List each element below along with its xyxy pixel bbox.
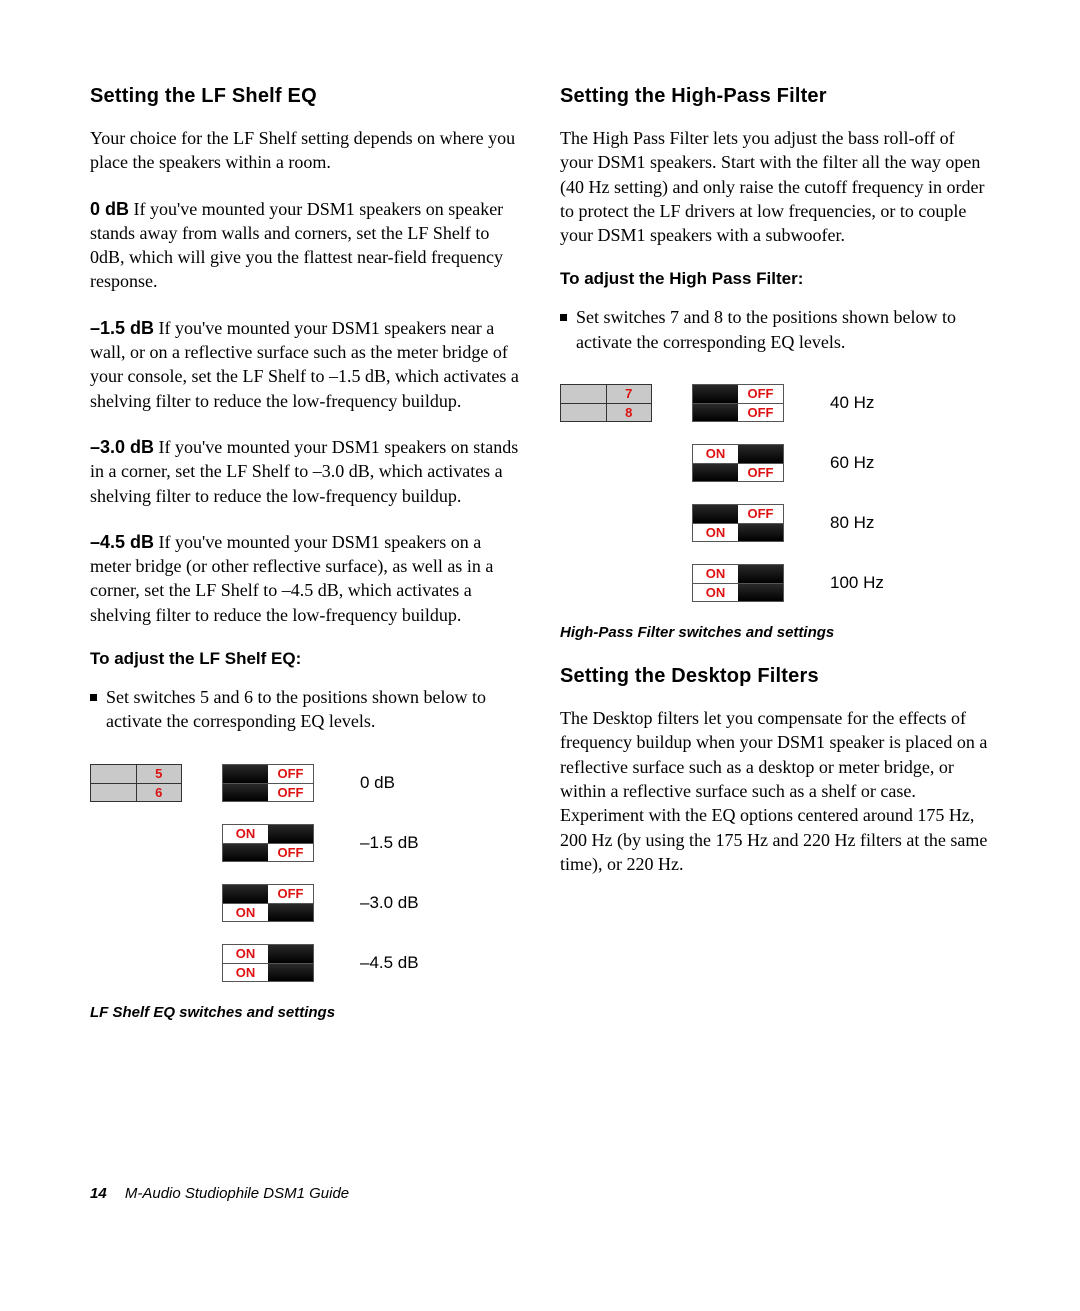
hpf-switch-3: ON ON <box>692 564 784 602</box>
hpf-intro: The High Pass Filter lets you adjust the… <box>560 126 990 247</box>
lf-sw-1-0: ON <box>223 825 268 843</box>
hpf-switch-0: OFF OFF <box>692 384 784 422</box>
lf-item-0: 0 dB If you've mounted your DSM1 speaker… <box>90 197 520 294</box>
lf-switch-key: 5 6 <box>90 764 182 802</box>
lf-row-0: 5 6 OFF OFF 0 dB <box>90 764 520 802</box>
lf-item-2-text: If you've mounted your DSM1 speakers on … <box>90 437 518 506</box>
hpf-sw-3-0: ON <box>693 565 738 583</box>
hpf-sw-0-1: OFF <box>738 404 783 421</box>
lf-intro: Your choice for the LF Shelf setting dep… <box>90 126 520 175</box>
footer-title: M-Audio Studiophile DSM1 Guide <box>125 1185 349 1202</box>
lf-diagram: 5 6 OFF OFF 0 dB ON OFF –1. <box>90 764 520 982</box>
lf-item-3-lead: –4.5 dB <box>90 532 154 552</box>
hpf-value-0: 40 Hz <box>830 393 874 413</box>
bullet-square-icon <box>560 314 567 321</box>
bullet-square-icon <box>90 694 97 701</box>
lf-item-2: –3.0 dB If you've mounted your DSM1 spea… <box>90 435 520 508</box>
hpf-key-7: 7 <box>606 385 652 403</box>
hpf-row-2: OFF ON 80 Hz <box>560 504 990 542</box>
lf-switch-3: ON ON <box>222 944 314 982</box>
lf-sw-3-1: ON <box>223 964 268 981</box>
heading-lf-shelf: Setting the LF Shelf EQ <box>90 85 520 108</box>
hpf-switch-1: ON OFF <box>692 444 784 482</box>
lf-item-0-text: If you've mounted your DSM1 speakers on … <box>90 199 503 292</box>
hpf-subhead: To adjust the High Pass Filter: <box>560 269 990 289</box>
lf-row-1: ON OFF –1.5 dB <box>90 824 520 862</box>
lf-item-2-lead: –3.0 dB <box>90 437 154 457</box>
lf-value-3: –4.5 dB <box>360 953 419 973</box>
hpf-sw-0-0: OFF <box>738 385 783 403</box>
lf-item-0-lead: 0 dB <box>90 199 129 219</box>
lf-bullet-text: Set switches 5 and 6 to the positions sh… <box>106 685 520 734</box>
hpf-sw-3-1: ON <box>693 584 738 601</box>
lf-bullet: Set switches 5 and 6 to the positions sh… <box>90 685 520 734</box>
hpf-sw-2-1: ON <box>693 524 738 541</box>
lf-item-1: –1.5 dB If you've mounted your DSM1 spea… <box>90 316 520 413</box>
lf-sw-1-1: OFF <box>268 844 313 861</box>
lf-sw-3-0: ON <box>223 945 268 963</box>
lf-key-6: 6 <box>136 784 182 801</box>
lf-row-2: OFF ON –3.0 dB <box>90 884 520 922</box>
left-column: Setting the LF Shelf EQ Your choice for … <box>90 85 520 1045</box>
hpf-caption: High-Pass Filter switches and settings <box>560 624 990 641</box>
lf-switch-0: OFF OFF <box>222 764 314 802</box>
lf-sw-0-1: OFF <box>268 784 313 801</box>
lf-value-1: –1.5 dB <box>360 833 419 853</box>
lf-switch-2: OFF ON <box>222 884 314 922</box>
hpf-bullet-text: Set switches 7 and 8 to the positions sh… <box>576 305 990 354</box>
lf-subhead: To adjust the LF Shelf EQ: <box>90 649 520 669</box>
lf-item-3: –4.5 dB If you've mounted your DSM1 spea… <box>90 530 520 627</box>
hpf-bullet: Set switches 7 and 8 to the positions sh… <box>560 305 990 354</box>
hpf-value-2: 80 Hz <box>830 513 874 533</box>
hpf-sw-1-1: OFF <box>738 464 783 481</box>
page-number: 14 <box>90 1185 107 1202</box>
desktop-filters-body: The Desktop filters let you compensate f… <box>560 706 990 876</box>
hpf-diagram: 7 8 OFF OFF 40 Hz ON OFF 60 Hz <box>560 384 990 602</box>
lf-switch-1: ON OFF <box>222 824 314 862</box>
hpf-sw-2-0: OFF <box>738 505 783 523</box>
hpf-row-0: 7 8 OFF OFF 40 Hz <box>560 384 990 422</box>
lf-row-3: ON ON –4.5 dB <box>90 944 520 982</box>
lf-sw-2-1: ON <box>223 904 268 921</box>
hpf-row-1: ON OFF 60 Hz <box>560 444 990 482</box>
heading-hpf: Setting the High-Pass Filter <box>560 85 990 108</box>
right-column: Setting the High-Pass Filter The High Pa… <box>560 85 990 1045</box>
lf-item-1-text: If you've mounted your DSM1 speakers nea… <box>90 318 519 411</box>
hpf-switch-2: OFF ON <box>692 504 784 542</box>
heading-desktop-filters: Setting the Desktop Filters <box>560 665 990 688</box>
lf-value-0: 0 dB <box>360 773 395 793</box>
hpf-row-3: ON ON 100 Hz <box>560 564 990 602</box>
hpf-value-3: 100 Hz <box>830 573 884 593</box>
hpf-value-1: 60 Hz <box>830 453 874 473</box>
lf-key-5: 5 <box>136 765 182 783</box>
lf-item-1-lead: –1.5 dB <box>90 318 154 338</box>
hpf-key-8: 8 <box>606 404 652 421</box>
hpf-switch-key: 7 8 <box>560 384 652 422</box>
hpf-sw-1-0: ON <box>693 445 738 463</box>
lf-value-2: –3.0 dB <box>360 893 419 913</box>
page-footer: 14 M-Audio Studiophile DSM1 Guide <box>90 1045 990 1202</box>
lf-sw-2-0: OFF <box>268 885 313 903</box>
lf-caption: LF Shelf EQ switches and settings <box>90 1004 520 1021</box>
lf-sw-0-0: OFF <box>268 765 313 783</box>
